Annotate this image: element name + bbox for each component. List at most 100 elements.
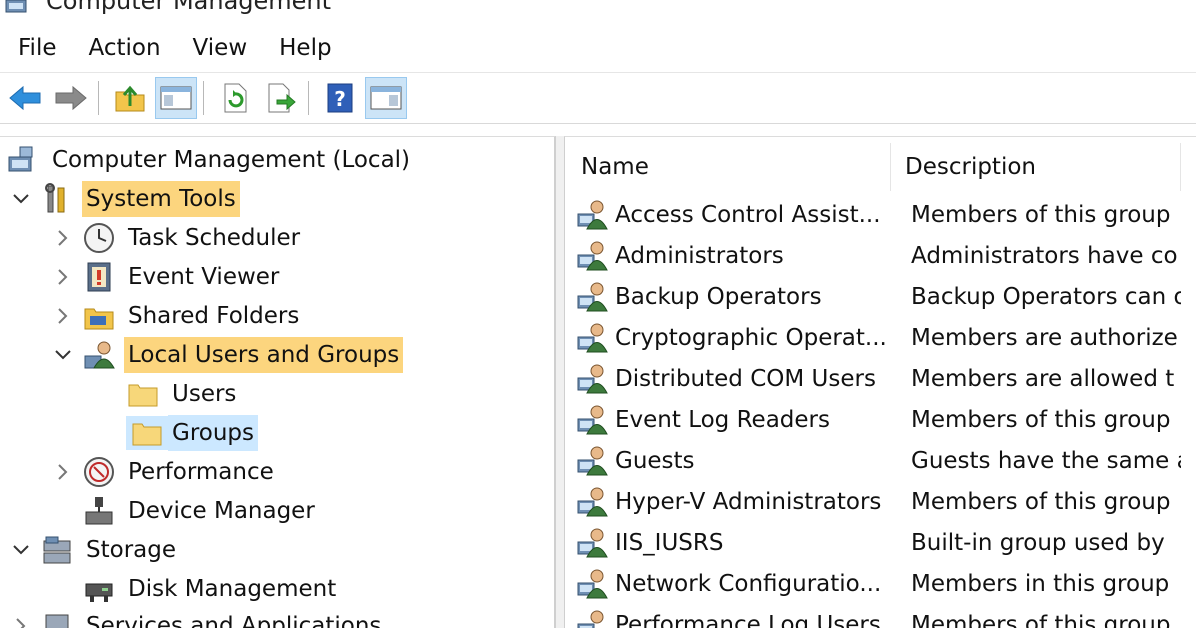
group-description: Members are authorize — [911, 325, 1178, 351]
group-description: Members of this group — [911, 202, 1171, 228]
group-name: Cryptographic Operat... — [615, 325, 887, 351]
table-row[interactable]: IIS_IUSRS Built-in group used by — [575, 523, 1195, 563]
chevron-right-icon[interactable] — [52, 266, 74, 288]
group-description: Members of this group — [911, 612, 1171, 628]
menu-view[interactable]: View — [177, 28, 264, 68]
group-name: Performance Log Users — [615, 612, 881, 628]
show-hide-action-pane-icon — [370, 86, 402, 110]
tree-item-groups[interactable]: Groups — [126, 414, 259, 452]
users-group-icon — [82, 338, 116, 372]
tree-item-device-manager[interactable]: Device Manager — [82, 492, 319, 530]
toolbar-separator — [308, 81, 309, 115]
tree-item-services-and-applications[interactable]: Services and Applications — [10, 607, 385, 628]
group-icon — [575, 402, 611, 438]
up-folder-icon — [115, 85, 145, 112]
table-row[interactable]: Administrators Administrators have co — [575, 236, 1195, 276]
group-icon — [575, 525, 611, 561]
group-description: Backup Operators can o — [911, 284, 1181, 310]
menu-help[interactable]: Help — [263, 28, 347, 68]
toolbar-separator — [203, 81, 204, 115]
group-icon — [575, 607, 611, 628]
show-hide-console-tree-icon — [160, 86, 192, 110]
tree-label: Device Manager — [128, 498, 315, 524]
tree-label: Users — [172, 381, 237, 407]
table-row[interactable]: Performance Log Users Members of this gro… — [575, 605, 1195, 628]
help-icon: ? — [327, 83, 353, 113]
chevron-down-icon[interactable] — [52, 344, 74, 366]
table-row[interactable]: Cryptographic Operat... Members are autho… — [575, 318, 1195, 358]
table-row[interactable]: Guests Guests have the same a — [575, 441, 1195, 481]
shared-folder-icon — [82, 299, 116, 333]
tree-label: System Tools — [82, 181, 240, 217]
toolbar: ? — [0, 72, 1196, 124]
forward-button[interactable] — [50, 77, 92, 119]
chevron-down-icon[interactable] — [10, 539, 32, 561]
computer-management-window: Computer Management File Action View Hel… — [0, 0, 1196, 628]
group-name: Guests — [615, 448, 695, 474]
group-name: Administrators — [615, 243, 784, 269]
tree-label: Local Users and Groups — [124, 337, 404, 373]
table-row[interactable]: Hyper-V Administrators Members of this gr… — [575, 482, 1195, 522]
tree-label: Storage — [86, 537, 176, 563]
back-arrow-icon — [9, 85, 41, 111]
menu-file[interactable]: File — [0, 28, 73, 68]
group-description: Members of this group — [911, 407, 1171, 433]
tree-item-shared-folders[interactable]: Shared Folders — [52, 297, 303, 335]
performance-icon — [82, 455, 116, 489]
column-header-description[interactable]: Description — [891, 143, 1181, 191]
refresh-icon — [224, 83, 247, 113]
tree-item-local-users-and-groups[interactable]: Local Users and Groups — [52, 336, 404, 374]
group-name: Network Configuratio... — [615, 571, 882, 597]
column-header-name[interactable]: Name — [565, 143, 891, 191]
table-row[interactable]: Access Control Assist... Members of this … — [575, 195, 1195, 235]
pane-splitter[interactable] — [556, 136, 564, 628]
menu-action[interactable]: Action — [73, 28, 177, 68]
back-button[interactable] — [4, 77, 46, 119]
export-list-icon — [268, 83, 296, 113]
tree-item-users[interactable]: Users — [126, 375, 240, 413]
device-manager-icon — [82, 494, 116, 528]
tree-item-root[interactable]: Computer Management (Local) — [6, 141, 414, 179]
event-viewer-icon — [82, 260, 116, 294]
table-row[interactable]: Event Log Readers Members of this group — [575, 400, 1195, 440]
group-name: Event Log Readers — [615, 407, 830, 433]
refresh-button[interactable] — [214, 77, 256, 119]
clock-icon — [82, 221, 116, 255]
system-tools-icon — [40, 182, 74, 216]
table-row[interactable]: Distributed COM Users Members are allowed… — [575, 359, 1195, 399]
tree-item-disk-management[interactable]: Disk Management — [82, 570, 340, 608]
tree-label: Computer Management (Local) — [52, 147, 411, 173]
chevron-right-icon[interactable] — [52, 227, 74, 249]
tree-item-task-scheduler[interactable]: Task Scheduler — [52, 219, 304, 257]
console-tree-pane: Computer Management (Local) System Tools… — [0, 136, 556, 628]
group-name: Access Control Assist... — [615, 202, 881, 228]
tree-item-system-tools[interactable]: System Tools — [10, 180, 240, 218]
tree-label: Groups — [168, 415, 259, 451]
table-row[interactable]: Backup Operators Backup Operators can o — [575, 277, 1195, 317]
group-name: Distributed COM Users — [615, 366, 876, 392]
export-list-button[interactable] — [260, 77, 302, 119]
tree-item-performance[interactable]: Performance — [52, 453, 278, 491]
show-hide-console-tree-button[interactable] — [155, 77, 197, 119]
chevron-right-icon[interactable] — [52, 305, 74, 327]
tree-label: Disk Management — [128, 576, 337, 602]
chevron-right-icon[interactable] — [52, 461, 74, 483]
forward-arrow-icon — [55, 85, 87, 111]
help-button[interactable]: ? — [319, 77, 361, 119]
group-icon — [575, 320, 611, 356]
show-hide-action-pane-button[interactable] — [365, 77, 407, 119]
menu-bar: File Action View Help — [0, 26, 1196, 70]
group-description: Members of this group — [911, 489, 1171, 515]
group-icon — [575, 443, 611, 479]
folder-icon — [126, 416, 168, 450]
tree-item-event-viewer[interactable]: Event Viewer — [52, 258, 283, 296]
chevron-right-icon[interactable] — [10, 615, 32, 628]
group-name: Hyper-V Administrators — [615, 489, 882, 515]
toolbar-separator — [98, 81, 99, 115]
table-row[interactable]: Network Configuratio... Members in this g… — [575, 564, 1195, 604]
up-one-level-button[interactable] — [109, 77, 151, 119]
tree-label: Services and Applications — [86, 613, 382, 628]
chevron-down-icon[interactable] — [10, 188, 32, 210]
tree-item-storage[interactable]: Storage — [10, 531, 180, 569]
list-header: Name Description — [565, 143, 1196, 191]
